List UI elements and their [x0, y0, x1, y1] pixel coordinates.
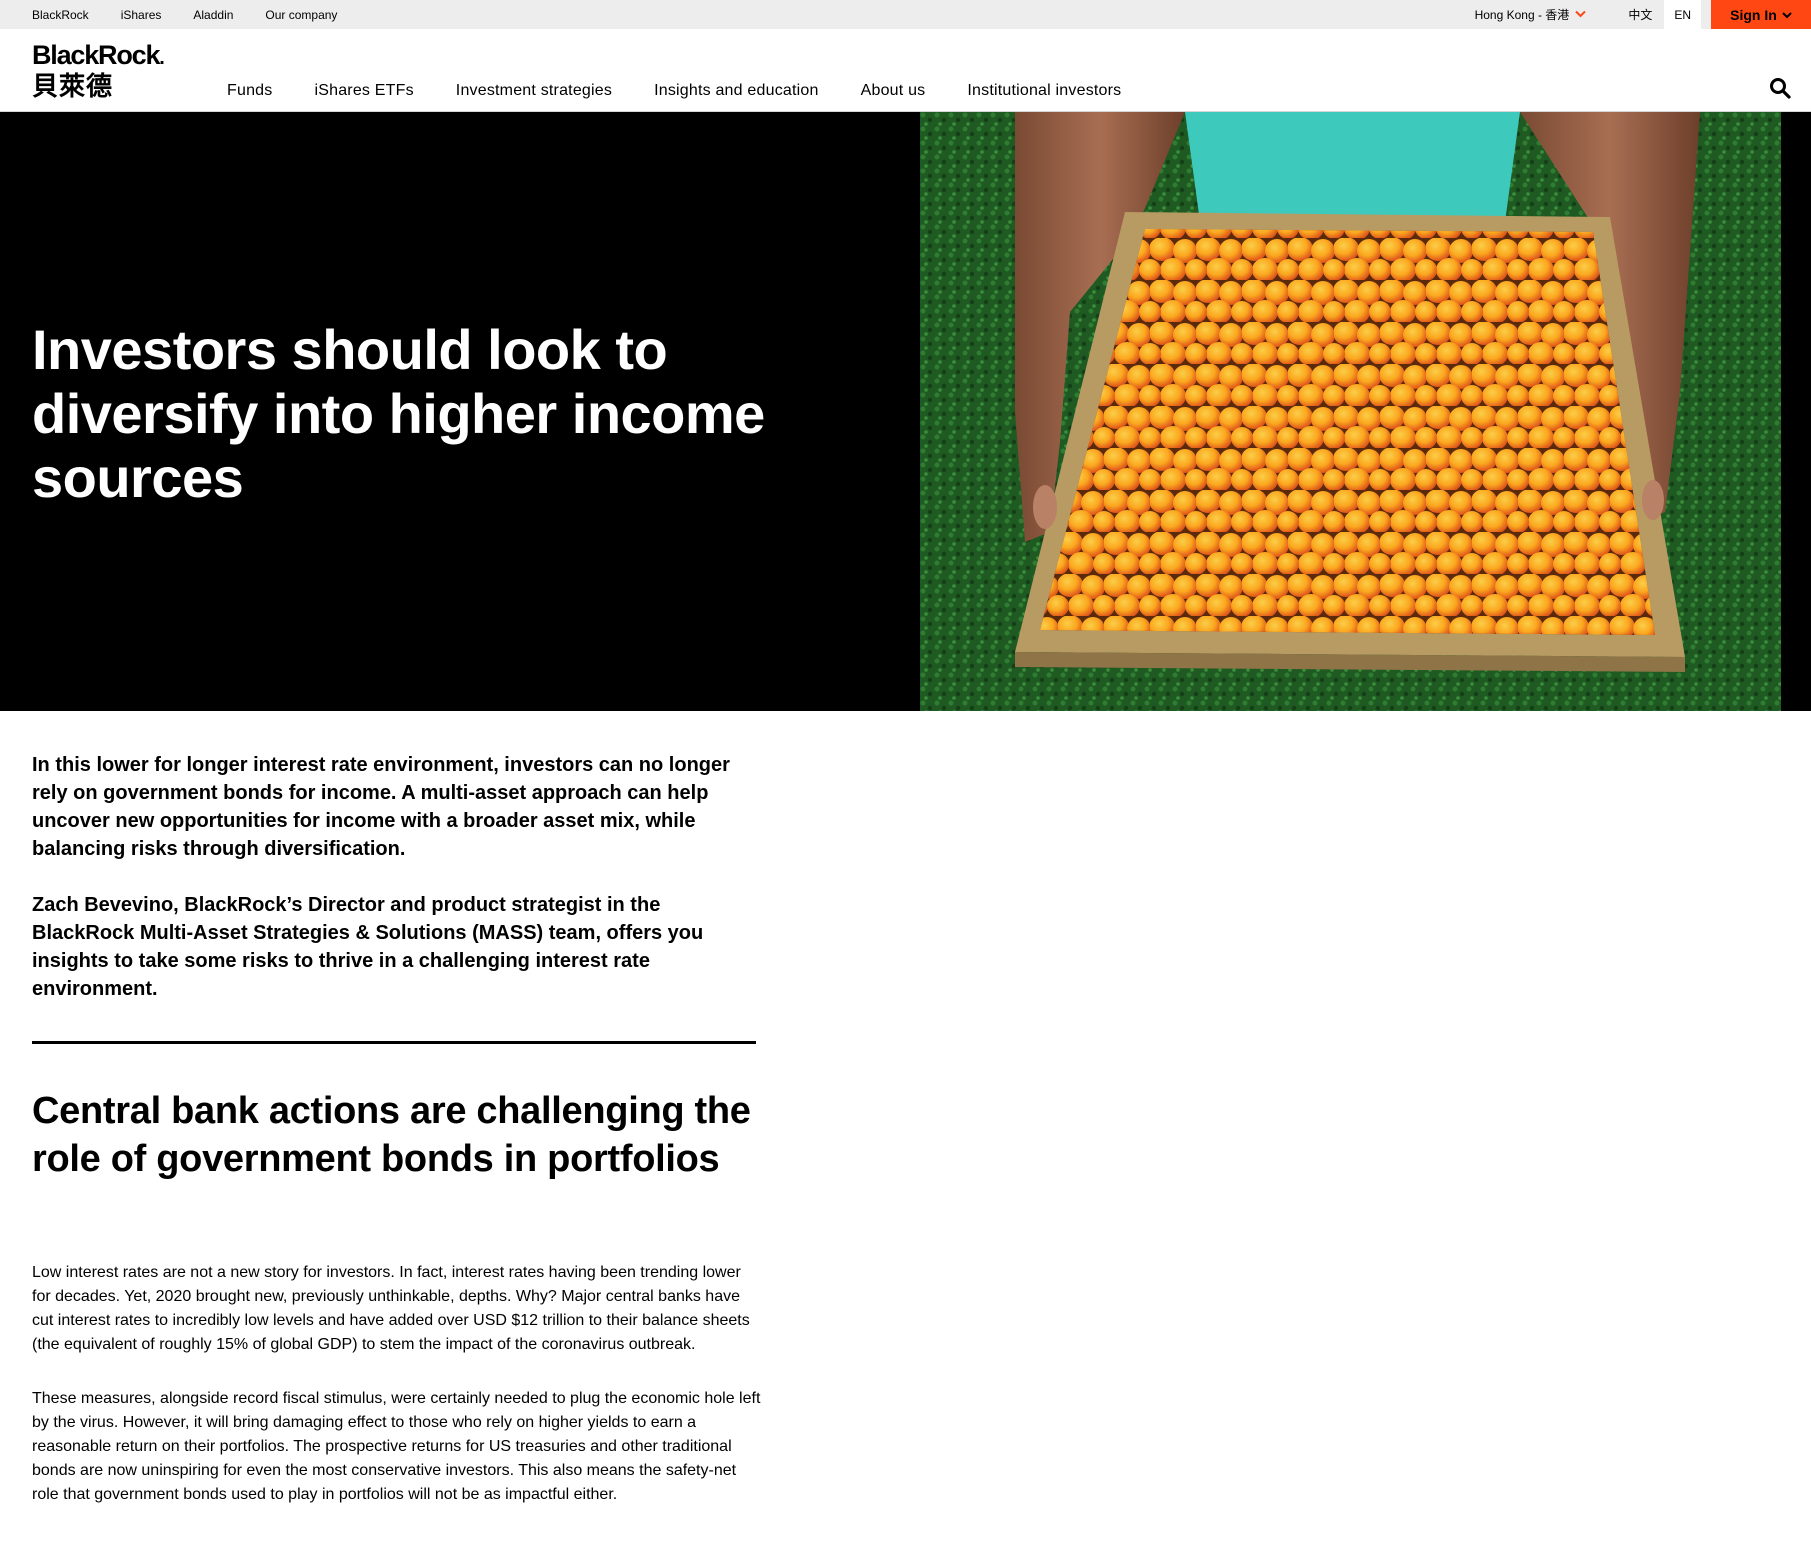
nav-institutional-investors[interactable]: Institutional investors [967, 82, 1121, 100]
body-paragraph-1: Low interest rates are not a new story f… [32, 1264, 750, 1353]
nav-insights-and-education[interactable]: Insights and education [654, 82, 819, 100]
hero-banner: Investors should look to diversify into … [0, 112, 1811, 711]
article-body: Low interest rates are not a new story f… [32, 1261, 762, 1537]
utility-links: BlackRock iShares Aladdin Our company [32, 0, 369, 29]
lang-zh[interactable]: 中文 [1620, 0, 1660, 29]
nav-ishares-etfs[interactable]: iShares ETFs [314, 82, 413, 100]
utility-bar: BlackRock iShares Aladdin Our company Ho… [0, 0, 1811, 29]
region-label: Hong Kong - 香港 [1474, 8, 1570, 22]
utility-link-our-company[interactable]: Our company [265, 8, 337, 22]
logo-wordmark: BlackRock. [32, 40, 165, 72]
section-heading: Central bank actions are challenging the… [32, 1090, 751, 1180]
utility-link-aladdin[interactable]: Aladdin [193, 8, 233, 22]
region-selector[interactable]: Hong Kong - 香港 [1475, 6, 1587, 23]
logo-wordmark-text: BlackRock [32, 40, 160, 70]
sign-in-label: Sign In [1730, 6, 1777, 23]
nav-about-us[interactable]: About us [861, 82, 926, 100]
nav-investment-strategies[interactable]: Investment strategies [456, 82, 612, 100]
intro-paragraph-2: Zach Bevevino, BlackRock’s Director and … [32, 894, 704, 1000]
main-nav: Funds iShares ETFs Investment strategies… [227, 82, 1163, 100]
lang-en[interactable]: EN [1664, 0, 1701, 29]
body-paragraph-2: These measures, alongside record fiscal … [32, 1390, 761, 1503]
logo-chinese: 貝萊德 [32, 72, 114, 102]
utility-link-blackrock[interactable]: BlackRock [32, 8, 89, 22]
sign-in-button[interactable]: Sign In [1711, 0, 1811, 29]
site-header: BlackRock. 貝萊德 Funds iShares ETFs Invest… [0, 29, 1811, 112]
nav-funds[interactable]: Funds [227, 82, 272, 100]
search-icon[interactable] [1769, 77, 1791, 99]
blackrock-logo[interactable]: BlackRock. 貝萊德 [32, 40, 165, 102]
section-divider [32, 1041, 756, 1044]
article-intro: In this lower for longer interest rate e… [32, 751, 762, 1031]
utility-right: Hong Kong - 香港 中文 EN Sign In [1475, 0, 1811, 29]
intro-paragraph-1: In this lower for longer interest rate e… [32, 754, 730, 860]
chevron-down-icon [1782, 8, 1792, 22]
utility-link-ishares[interactable]: iShares [121, 8, 162, 22]
hero-title: Investors should look to diversify into … [32, 318, 765, 509]
hero-image-fruit-crate [920, 112, 1781, 711]
logo-dot: . [159, 47, 165, 69]
chevron-down-icon [1575, 9, 1587, 21]
